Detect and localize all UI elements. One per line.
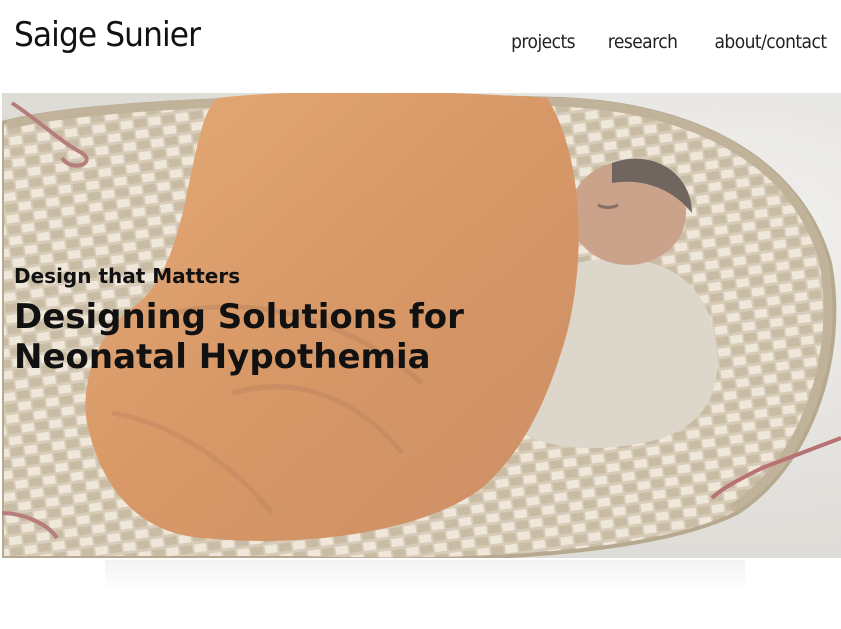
main-nav: projects research about/contact — [504, 31, 827, 53]
hero-kicker: Design that Matters — [14, 264, 241, 288]
content-shadow — [105, 560, 745, 592]
hero-banner[interactable]: Design that Matters Designing Solutions … — [2, 93, 841, 558]
nav-link-projects[interactable]: projects — [511, 31, 575, 53]
page: Saige Sunier projects research about/con… — [0, 0, 841, 629]
hero-title: Designing Solutions for Neonatal Hypothe… — [14, 297, 534, 377]
nav-link-research[interactable]: research — [608, 31, 678, 53]
hero-title-line-2: Neonatal Hypothemia — [14, 337, 431, 377]
site-title-link[interactable]: Saige Sunier — [14, 15, 201, 55]
nav-link-about-contact[interactable]: about/contact — [715, 31, 828, 53]
hero-title-line-1: Designing Solutions for — [14, 297, 464, 337]
site-header: Saige Sunier projects research about/con… — [0, 0, 841, 93]
